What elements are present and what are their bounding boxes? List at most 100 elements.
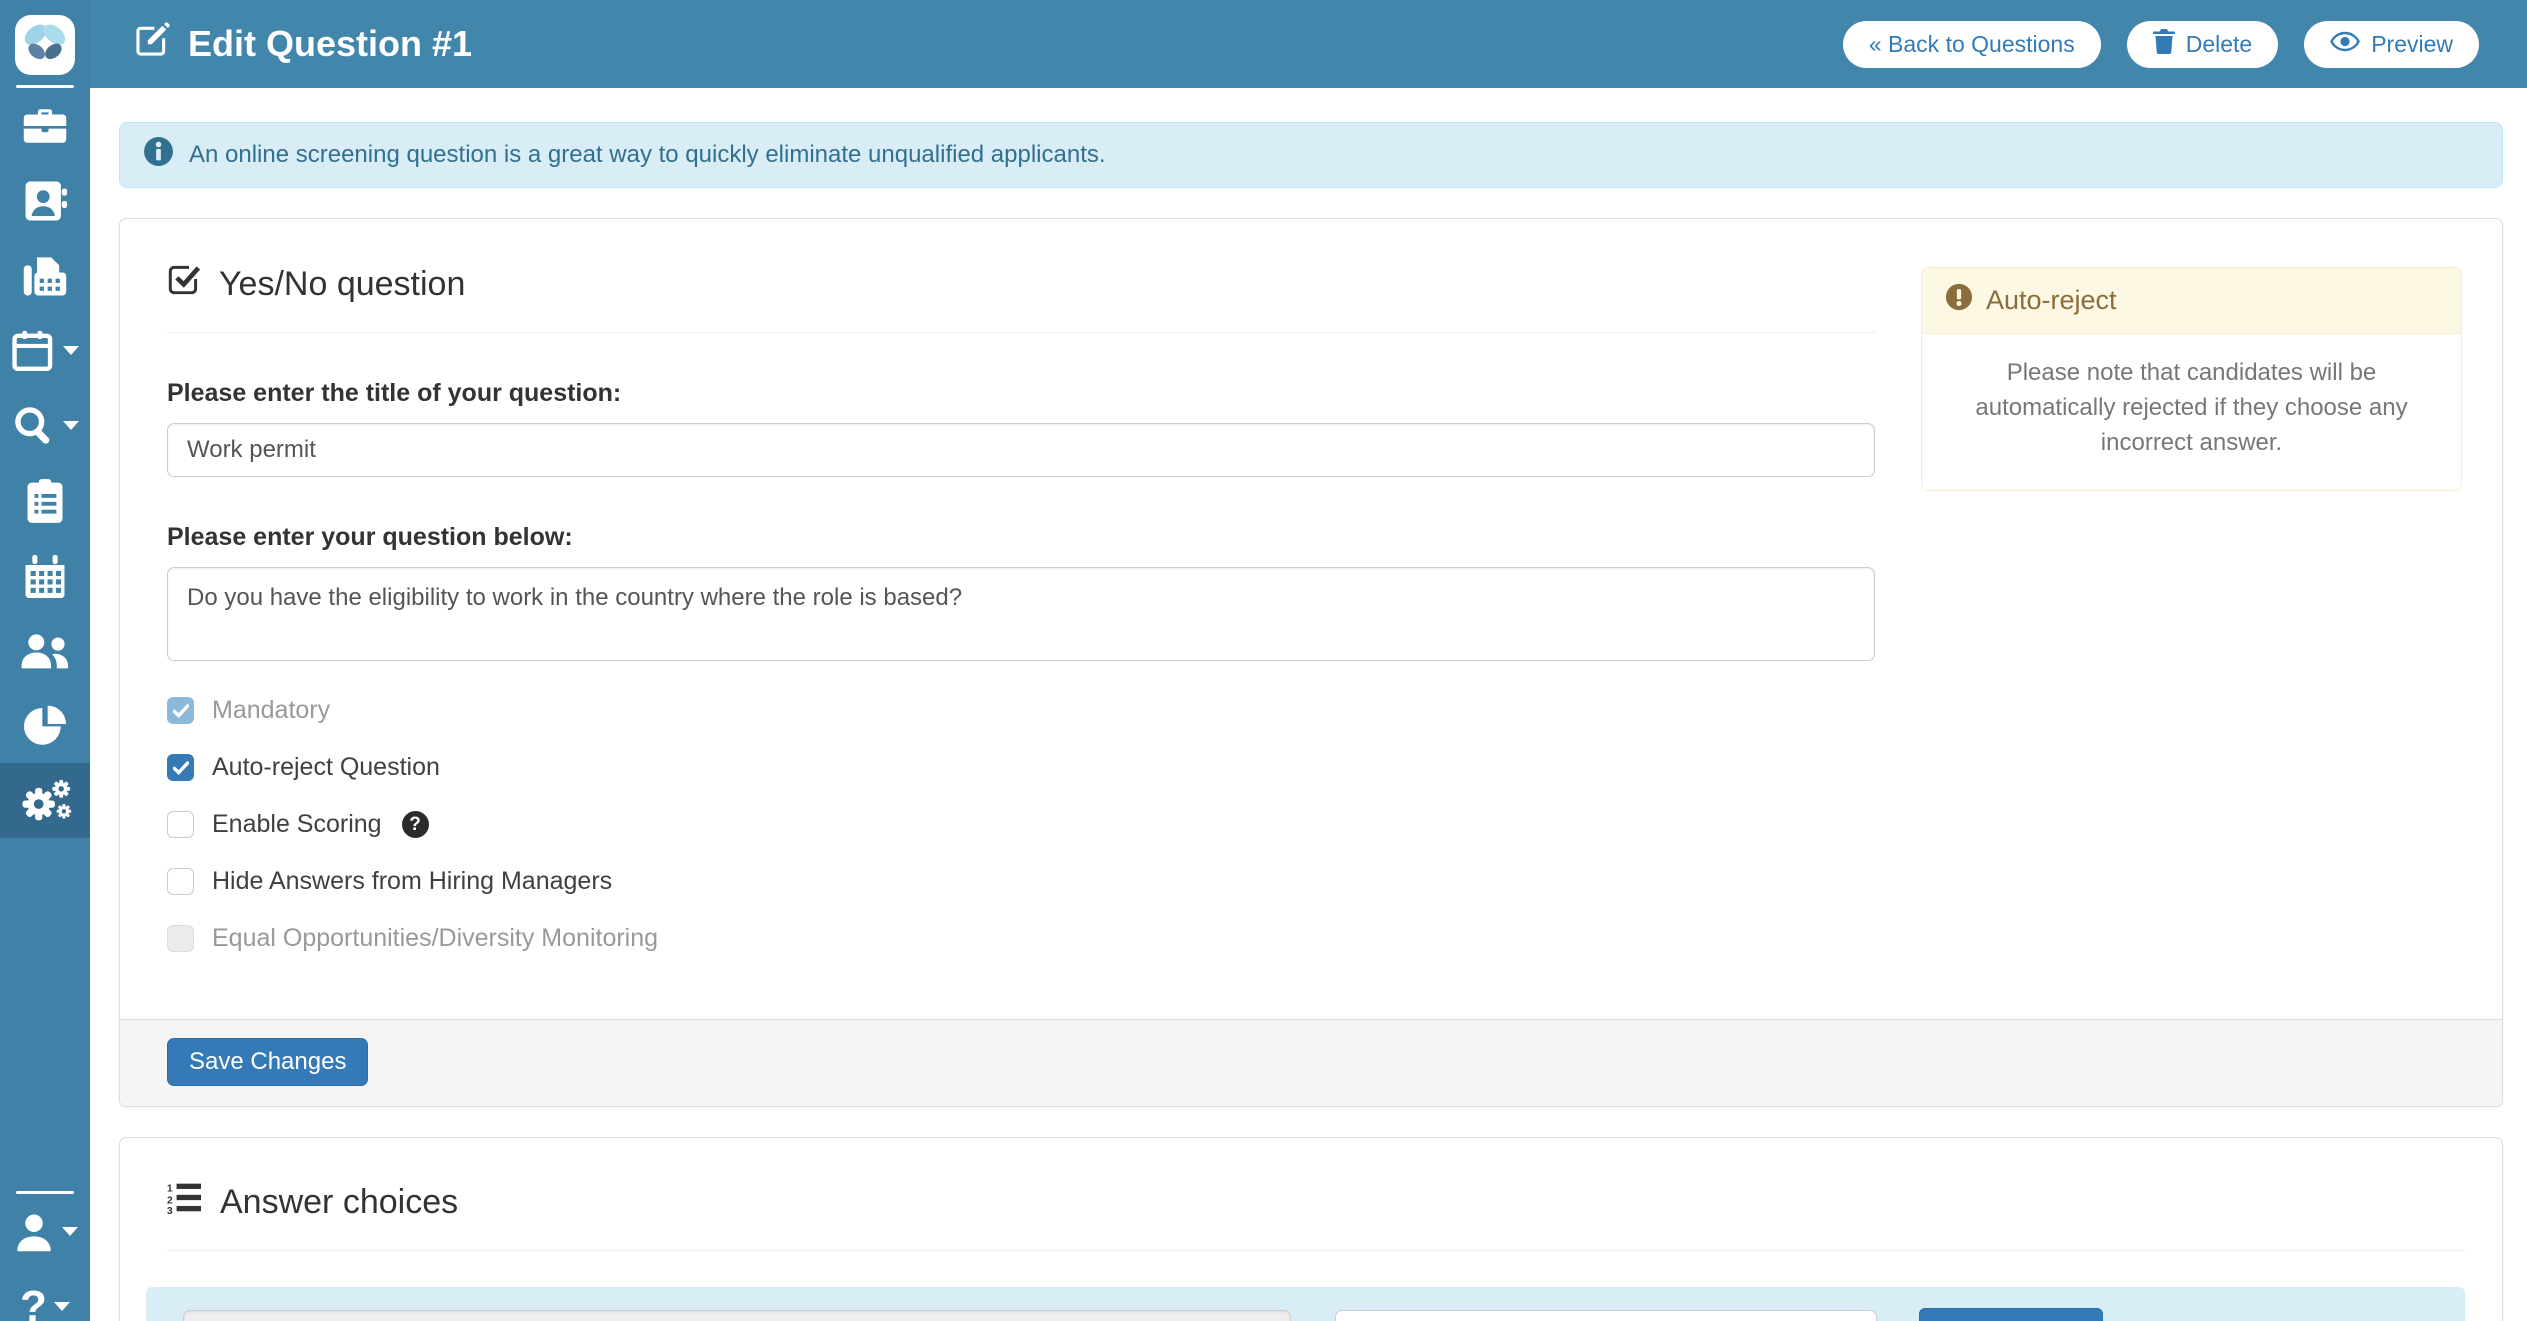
- chevron-down-icon: [63, 421, 79, 430]
- hide-answers-option-row: Hide Answers from Hiring Managers: [167, 867, 1875, 896]
- delete-button[interactable]: Delete: [2127, 21, 2278, 68]
- sidebar-footer: ?: [0, 1191, 90, 1321]
- preview-button[interactable]: Preview: [2304, 21, 2479, 68]
- chevron-down-icon: [63, 346, 79, 355]
- auto-reject-panel: Auto-reject Please note that candidates …: [1921, 267, 2462, 491]
- auto-reject-checkbox[interactable]: [167, 754, 194, 781]
- chevron-down-icon: [62, 1227, 78, 1236]
- calendar-outline-icon: [12, 328, 56, 374]
- page-title: Edit Question #1: [188, 23, 472, 65]
- header-actions: « Back to Questions Delete: [1843, 21, 2479, 68]
- preview-button-label: Preview: [2371, 31, 2453, 58]
- gears-icon: [18, 777, 72, 824]
- page-content: An online screening question is a great …: [90, 88, 2527, 1321]
- enable-scoring-option-row: Enable Scoring ?: [167, 810, 1875, 839]
- sidebar-item-settings[interactable]: [0, 763, 90, 838]
- auto-reject-panel-title: Auto-reject: [1986, 285, 2117, 316]
- save-changes-button[interactable]: Save Changes: [167, 1038, 368, 1086]
- briefcase-icon: [22, 105, 68, 147]
- enable-scoring-checkbox[interactable]: [167, 811, 194, 838]
- exclamation-circle-icon: [1945, 283, 1973, 318]
- question-panel: Yes/No question Please enter the title o…: [119, 218, 2503, 1107]
- sidebar-nav: [0, 88, 90, 838]
- main-area: Edit Question #1 « Back to Questions Del…: [90, 0, 2527, 1321]
- auto-reject-label[interactable]: Auto-reject Question: [212, 753, 440, 782]
- answer-choices-heading-label: Answer choices: [220, 1183, 458, 1222]
- question-body-label: Please enter your question below:: [167, 523, 1875, 552]
- mandatory-checkbox: [167, 697, 194, 724]
- svg-text:1: 1: [167, 1184, 173, 1195]
- sidebar-item-search-menu[interactable]: [0, 388, 90, 463]
- answer-choices-body: 1 2 3 Answer choices: [120, 1138, 2502, 1321]
- equal-opportunities-option-row: Equal Opportunities/Diversity Monitoring: [167, 924, 1875, 953]
- check-square-icon: [167, 263, 200, 305]
- question-panel-body: Yes/No question Please enter the title o…: [120, 219, 2502, 981]
- auto-reject-panel-body: Please note that candidates will be auto…: [1922, 334, 2461, 490]
- app-logo[interactable]: [15, 15, 75, 75]
- question-title-input[interactable]: [167, 423, 1875, 477]
- answer-entry-row: Incorrect Save Answer Reset Answer: [146, 1287, 2465, 1321]
- auto-reject-option-row: Auto-reject Question: [167, 753, 1875, 782]
- question-type-heading-label: Yes/No question: [219, 265, 465, 304]
- sidebar-item-reports[interactable]: [0, 688, 90, 763]
- hide-answers-label[interactable]: Hide Answers from Hiring Managers: [212, 867, 612, 896]
- sidebar: ?: [0, 0, 90, 1321]
- edit-pencil-square-icon: [134, 22, 170, 67]
- question-panel-footer: Save Changes: [120, 1019, 2502, 1106]
- eye-icon: [2330, 31, 2360, 58]
- auto-reject-column: Auto-reject Please note that candidates …: [1921, 245, 2462, 981]
- delete-button-label: Delete: [2186, 31, 2252, 58]
- app-root: ? Edit Question #1 « Back to Questio: [0, 0, 2527, 1321]
- search-icon: [12, 403, 56, 449]
- pie-chart-icon: [22, 703, 68, 749]
- question-options: Mandatory Auto-reject Question: [167, 696, 1875, 953]
- enable-scoring-label[interactable]: Enable Scoring: [212, 810, 382, 839]
- butterfly-logo-icon: [22, 20, 68, 71]
- sidebar-item-tasks[interactable]: [0, 463, 90, 538]
- save-answer-button[interactable]: Save Answer: [1919, 1308, 2103, 1321]
- equal-opportunities-checkbox: [167, 925, 194, 952]
- sidebar-item-calendar[interactable]: [0, 538, 90, 613]
- question-title-label: Please enter the title of your question:: [167, 379, 1875, 408]
- info-alert-text: An online screening question is a great …: [189, 141, 1106, 169]
- calendar-grid-icon: [23, 553, 67, 599]
- question-type-heading: Yes/No question: [167, 245, 1875, 305]
- back-button-label: « Back to Questions: [1869, 31, 2075, 58]
- address-book-icon: [22, 179, 68, 223]
- sidebar-item-jobs[interactable]: [0, 88, 90, 163]
- chevron-down-icon: [54, 1302, 70, 1311]
- question-form-column: Yes/No question Please enter the title o…: [167, 245, 1875, 981]
- auto-reject-panel-header: Auto-reject: [1922, 268, 2461, 334]
- info-alert: An online screening question is a great …: [119, 122, 2503, 188]
- sidebar-item-fax[interactable]: [0, 238, 90, 313]
- hide-answers-checkbox[interactable]: [167, 868, 194, 895]
- heading-divider: [167, 1250, 2465, 1251]
- sidebar-item-user-menu[interactable]: [0, 1194, 90, 1269]
- sidebar-item-people[interactable]: [0, 613, 90, 688]
- page-title-wrap: Edit Question #1: [134, 22, 472, 67]
- mandatory-option-row: Mandatory: [167, 696, 1875, 725]
- question-circle-icon[interactable]: ?: [402, 811, 429, 838]
- list-ol-icon: 1 2 3: [167, 1182, 201, 1223]
- sidebar-item-help-menu[interactable]: ?: [0, 1269, 90, 1321]
- sidebar-item-candidates[interactable]: [0, 163, 90, 238]
- svg-text:2: 2: [167, 1195, 173, 1206]
- trash-icon: [2153, 28, 2175, 60]
- page-header: Edit Question #1 « Back to Questions Del…: [90, 0, 2527, 88]
- clipboard-icon: [24, 478, 66, 524]
- answer-choices-panel: 1 2 3 Answer choices: [119, 1137, 2503, 1321]
- heading-divider: [167, 332, 1875, 333]
- fax-icon: [22, 254, 68, 298]
- answer-choices-heading: 1 2 3 Answer choices: [167, 1164, 2465, 1223]
- question-body-textarea[interactable]: Do you have the eligibility to work in t…: [167, 567, 1875, 661]
- equal-opportunities-label: Equal Opportunities/Diversity Monitoring: [212, 924, 658, 953]
- sidebar-item-calendar-menu[interactable]: [0, 313, 90, 388]
- question-icon: ?: [20, 1285, 47, 1321]
- svg-text:3: 3: [167, 1206, 173, 1214]
- user-icon: [13, 1211, 55, 1253]
- mandatory-label: Mandatory: [212, 696, 330, 725]
- users-icon: [19, 630, 71, 672]
- back-to-questions-button[interactable]: « Back to Questions: [1843, 21, 2101, 68]
- correctness-select[interactable]: Incorrect: [1335, 1310, 1877, 1321]
- info-circle-icon: [143, 136, 174, 174]
